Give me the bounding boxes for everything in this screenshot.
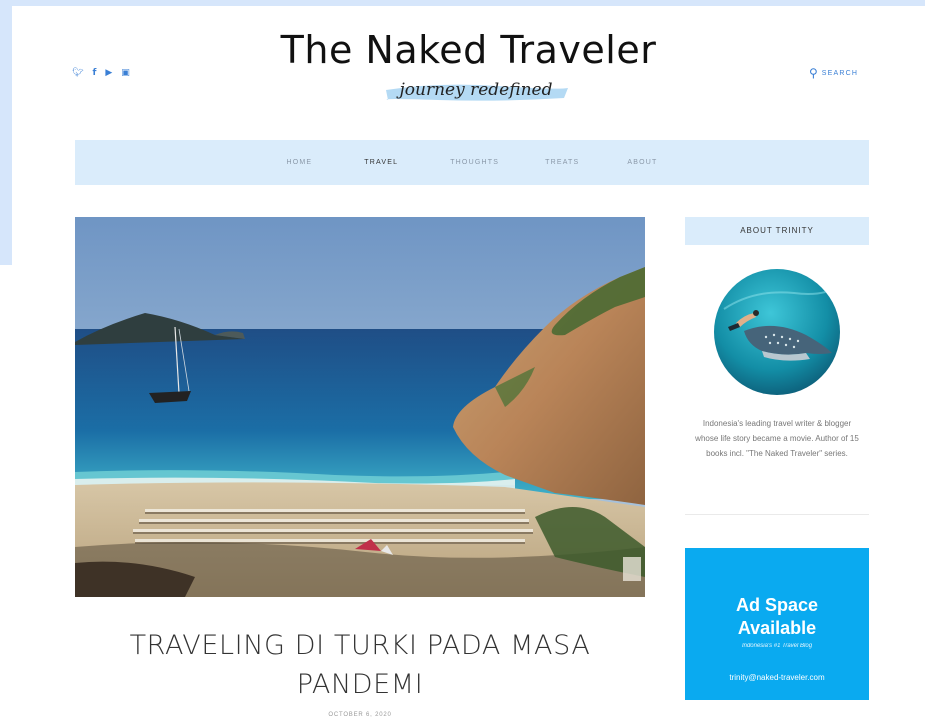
beach-cove-photo [75, 217, 645, 597]
ad-title-line1: Ad Space [735, 595, 819, 615]
post-date: OCTOBER 6, 2020 [328, 712, 392, 718]
nav-item-home[interactable]: HOME [286, 159, 312, 166]
ad-title-line2: Available [737, 618, 817, 638]
site-title[interactable]: The Naked Traveler [12, 28, 925, 72]
main-nav: HOME TRAVEL THOUGHTS TREATS ABOUT [75, 140, 869, 185]
ad-title: Ad Space Available [685, 594, 869, 640]
nav-item-travel[interactable]: TRAVEL [364, 159, 398, 166]
search-button[interactable]: ⚲ SEARCH [809, 67, 858, 79]
nav-item-treats[interactable]: TREATS [545, 159, 579, 166]
about-widget-heading: ABOUT TRINITY [685, 217, 869, 245]
sidebar-divider [685, 514, 869, 515]
author-avatar [714, 269, 840, 395]
ad-banner[interactable]: Ad Space Available Indonesia's #1 Travel… [685, 548, 869, 700]
ad-email[interactable]: trinity@naked-traveler.com [685, 673, 869, 682]
nav-item-thoughts[interactable]: THOUGHTS [450, 159, 499, 166]
search-label: SEARCH [821, 69, 859, 77]
page: 🐦︎ f ▶ ▣ The Naked Traveler journey rede… [12, 6, 925, 723]
post-title[interactable]: TRAVELING DI TURKI PADA MASA PANDEMI [75, 626, 645, 704]
ad-subtitle: Indonesia's #1 Travel Blog [741, 643, 813, 649]
tagline-text: journey redefined [399, 80, 553, 100]
featured-image[interactable] [75, 217, 645, 597]
author-bio: Indonesia's leading travel writer & blog… [695, 419, 859, 458]
nav-item-about[interactable]: ABOUT [627, 159, 657, 166]
tagline: journey redefined [378, 76, 574, 106]
search-icon: ⚲ [809, 66, 818, 80]
whale-shark-photo [714, 269, 840, 395]
